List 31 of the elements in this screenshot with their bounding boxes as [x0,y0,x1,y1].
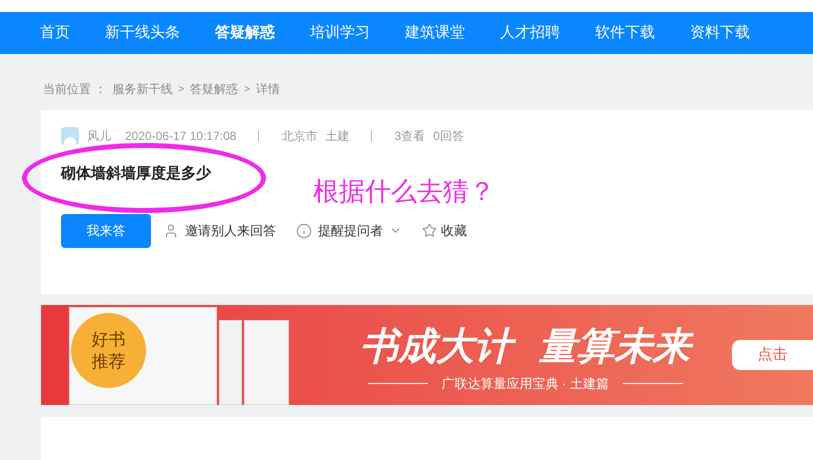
annotation-text: 根据什么去猜？ [313,175,495,208]
nav-link[interactable]: 资料下载 [690,22,750,44]
breadcrumb-link[interactable]: 服务新干线 [112,80,172,98]
view-count: 3查看 [394,128,426,145]
nav-link[interactable]: 答疑解惑 [215,22,275,44]
breadcrumb-separator: > [244,82,250,96]
breadcrumb-separator: > [178,82,184,96]
banner-subtitle: 广联达算量应用宝典 · 土建篇 [442,374,610,393]
post-time: 2020-06-17 10:17:08 [125,128,236,145]
nav-link[interactable]: 培训学习 [310,22,370,44]
nav-link[interactable]: 新干线头条 [105,22,180,44]
breadcrumb-link[interactable]: 答疑解惑 [190,80,238,98]
location: 北京市 [281,128,318,145]
invite-button[interactable]: 邀请别人来回答 [163,220,276,240]
author-name: 风儿 [87,128,111,145]
avatar-icon [61,127,79,145]
nav-link[interactable]: 建筑课堂 [405,22,465,44]
answer-button[interactable]: 我来答 [61,214,151,248]
nav-link[interactable]: 软件下载 [595,22,655,44]
info-icon [296,222,312,238]
remind-button[interactable]: 提醒提问者 [296,220,402,240]
nav-link[interactable]: 人才招聘 [500,22,560,44]
category: 土建 [325,128,350,145]
favorite-button[interactable]: 收藏 [422,220,467,240]
answer-count: 0回答 [433,128,464,145]
question-title: 砌体墙斜墙厚度是多少 [61,164,211,184]
breadcrumb-label: 当前位置 ： [43,81,106,98]
nav-link[interactable]: 首页 [40,22,70,44]
breadcrumb-link[interactable]: 详情 [256,80,280,98]
star-icon [422,223,437,238]
banner-button[interactable]: 点击 [732,340,813,370]
